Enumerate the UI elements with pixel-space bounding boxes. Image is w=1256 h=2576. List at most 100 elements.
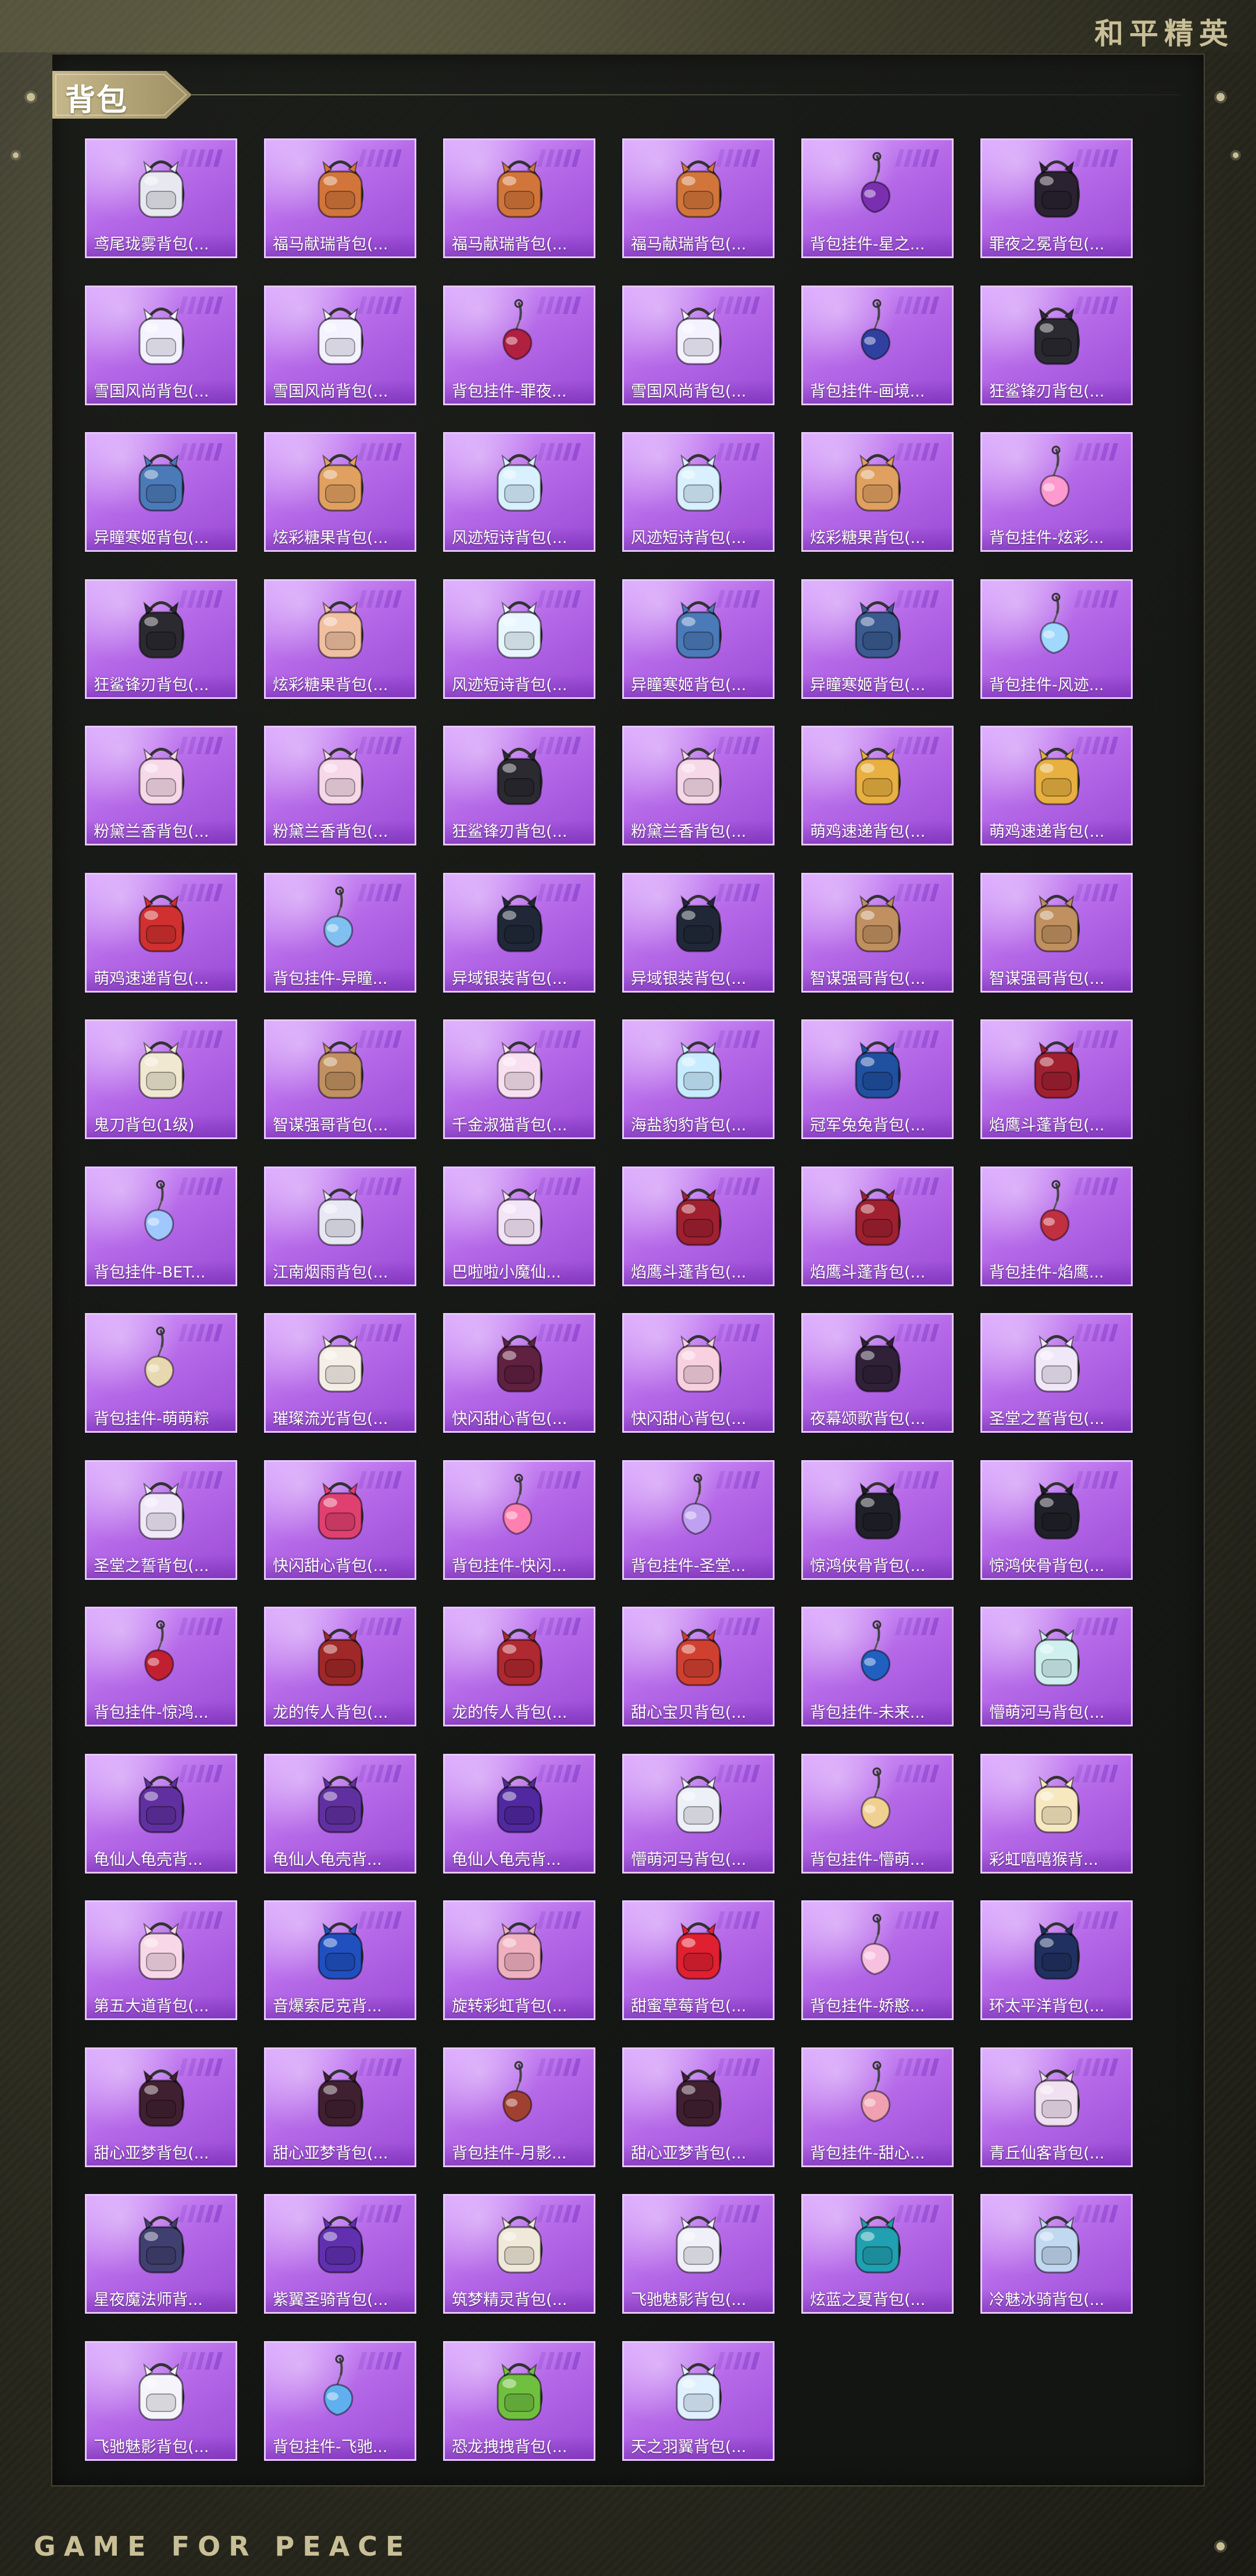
inventory-item-card[interactable]: 狂鲨锋刃背包(... (980, 286, 1133, 405)
item-name-label: 圣堂之誓背包(... (982, 1408, 1131, 1431)
inventory-item-card[interactable]: 鸢尾珑雾背包(... (85, 138, 237, 258)
inventory-item-card[interactable]: 雪国风尚背包(... (622, 286, 775, 405)
inventory-item-card[interactable]: 炫彩糖果背包(... (801, 432, 954, 552)
inventory-item-card[interactable]: 粉黛兰香背包(... (85, 726, 237, 845)
inventory-item-card[interactable]: 焰鹰斗蓬背包(... (980, 1019, 1133, 1139)
section-tab-backpack[interactable]: 背包 (52, 71, 192, 119)
inventory-item-card[interactable]: 异瞳寒姬背包(... (85, 432, 237, 552)
inventory-item-card[interactable]: 背包挂件-惊鸿... (85, 1607, 237, 1726)
inventory-item-card[interactable]: 懵萌河马背包(... (622, 1754, 775, 1874)
inventory-item-card[interactable]: 圣堂之誓背包(... (980, 1313, 1133, 1433)
inventory-item-card[interactable]: 甜心亚梦背包(... (85, 2047, 237, 2167)
inventory-item-card[interactable]: 风迹短诗背包(... (622, 432, 775, 552)
inventory-item-card[interactable]: 炫彩糖果背包(... (264, 579, 416, 699)
backpack-icon (481, 1914, 557, 1986)
inventory-item-card[interactable]: 背包挂件-未来... (801, 1607, 954, 1726)
inventory-item-card[interactable]: 惊鸿侠骨背包(... (801, 1460, 954, 1580)
inventory-item-card[interactable]: 音爆索尼克背... (264, 1900, 416, 2020)
inventory-item-card[interactable]: 雪国风尚背包(... (264, 286, 416, 405)
inventory-item-card[interactable]: 天之羽翼背包(... (622, 2341, 775, 2461)
inventory-item-card[interactable]: 龙的传人背包(... (443, 1607, 595, 1726)
inventory-item-card[interactable]: 懵萌河马背包(... (980, 1607, 1133, 1726)
inventory-item-card[interactable]: 惊鸿侠骨背包(... (980, 1460, 1133, 1580)
inventory-item-card[interactable]: 福马献瑞背包(... (264, 138, 416, 258)
inventory-item-card[interactable]: 狂鲨锋刃背包(... (85, 579, 237, 699)
item-name-label: 智谋强哥背包(... (266, 1114, 415, 1137)
inventory-item-card[interactable]: 夜幕颂歌背包(... (801, 1313, 954, 1433)
inventory-item-card[interactable]: 环太平洋背包(... (980, 1900, 1133, 2020)
inventory-item-card[interactable]: 冠军兔兔背包(... (801, 1019, 954, 1139)
inventory-item-card[interactable]: 鬼刀背包(1级) (85, 1019, 237, 1139)
inventory-item-card[interactable]: 龟仙人龟壳背... (85, 1754, 237, 1874)
inventory-item-card[interactable]: 狂鲨锋刃背包(... (443, 726, 595, 845)
inventory-item-card[interactable]: 异瞳寒姬背包(... (622, 579, 775, 699)
inventory-item-card[interactable]: 第五大道背包(... (85, 1900, 237, 2020)
inventory-item-card[interactable]: 飞驰魅影背包(... (85, 2341, 237, 2461)
inventory-item-card[interactable]: 萌鸡速递背包(... (980, 726, 1133, 845)
inventory-item-card[interactable]: 粉黛兰香背包(... (622, 726, 775, 845)
inventory-item-card[interactable]: 焰鹰斗蓬背包(... (622, 1166, 775, 1286)
inventory-item-card[interactable]: 甜心宝贝背包(... (622, 1607, 775, 1726)
item-name-label: 惊鸿侠骨背包(... (803, 1555, 952, 1578)
inventory-item-card[interactable]: 千金淑猫背包(... (443, 1019, 595, 1139)
inventory-item-card[interactable]: 智谋强哥背包(... (264, 1019, 416, 1139)
inventory-item-card[interactable]: 背包挂件-罪夜... (443, 286, 595, 405)
inventory-item-card[interactable]: 背包挂件-星之... (801, 138, 954, 258)
inventory-item-card[interactable]: 紫翼圣骑背包(... (264, 2194, 416, 2314)
inventory-item-card[interactable]: 智谋强哥背包(... (801, 873, 954, 993)
inventory-item-card[interactable]: 背包挂件-焰鹰... (980, 1166, 1133, 1286)
inventory-item-card[interactable]: 圣堂之誓背包(... (85, 1460, 237, 1580)
inventory-item-card[interactable]: 智谋强哥背包(... (980, 873, 1133, 993)
inventory-item-card[interactable]: 雪国风尚背包(... (85, 286, 237, 405)
inventory-item-card[interactable]: 福马献瑞背包(... (443, 138, 595, 258)
inventory-item-card[interactable]: 罪夜之冕背包(... (980, 138, 1133, 258)
inventory-item-card[interactable]: 快闪甜心背包(... (443, 1313, 595, 1433)
inventory-item-card[interactable]: 甜心亚梦背包(... (264, 2047, 416, 2167)
inventory-item-card[interactable]: 海盐豹豹背包(... (622, 1019, 775, 1139)
inventory-item-card[interactable]: 筑梦精灵背包(... (443, 2194, 595, 2314)
inventory-item-card[interactable]: 龟仙人龟壳背... (443, 1754, 595, 1874)
inventory-item-card[interactable]: 背包挂件-娇憨... (801, 1900, 954, 2020)
inventory-item-card[interactable]: 风迹短诗背包(... (443, 579, 595, 699)
inventory-item-card[interactable]: 背包挂件-萌萌粽 (85, 1313, 237, 1433)
inventory-item-card[interactable]: 萌鸡速递背包(... (85, 873, 237, 993)
inventory-item-card[interactable]: 龟仙人龟壳背... (264, 1754, 416, 1874)
backpack-icon (123, 1473, 199, 1546)
inventory-item-card[interactable]: 恐龙拽拽背包(... (443, 2341, 595, 2461)
inventory-item-card[interactable]: 甜心亚梦背包(... (622, 2047, 775, 2167)
inventory-item-card[interactable]: 福马献瑞背包(... (622, 138, 775, 258)
inventory-item-card[interactable]: 旋转彩虹背包(... (443, 1900, 595, 2020)
inventory-item-card[interactable]: 冷魅冰骑背包(... (980, 2194, 1133, 2314)
inventory-item-card[interactable]: 龙的传人背包(... (264, 1607, 416, 1726)
inventory-item-card[interactable]: 甜蜜草莓背包(... (622, 1900, 775, 2020)
inventory-item-card[interactable]: 背包挂件-快闪... (443, 1460, 595, 1580)
inventory-item-card[interactable]: 璀璨流光背包(... (264, 1313, 416, 1433)
inventory-item-card[interactable]: 炫蓝之夏背包(... (801, 2194, 954, 2314)
inventory-item-card[interactable]: 背包挂件-懵萌... (801, 1754, 954, 1874)
inventory-item-card[interactable]: 异域银装背包(... (443, 873, 595, 993)
inventory-item-card[interactable]: 背包挂件-飞驰... (264, 2341, 416, 2461)
inventory-item-card[interactable]: 萌鸡速递背包(... (801, 726, 954, 845)
inventory-item-card[interactable]: 背包挂件-炫彩... (980, 432, 1133, 552)
inventory-item-card[interactable]: 快闪甜心背包(... (264, 1460, 416, 1580)
inventory-item-card[interactable]: 粉黛兰香背包(... (264, 726, 416, 845)
inventory-item-card[interactable]: 背包挂件-BET... (85, 1166, 237, 1286)
inventory-item-card[interactable]: 异域银装背包(... (622, 873, 775, 993)
inventory-item-card[interactable]: 背包挂件-甜心... (801, 2047, 954, 2167)
inventory-item-card[interactable]: 异瞳寒姬背包(... (801, 579, 954, 699)
inventory-item-card[interactable]: 快闪甜心背包(... (622, 1313, 775, 1433)
inventory-item-card[interactable]: 炫彩糖果背包(... (264, 432, 416, 552)
inventory-item-card[interactable]: 背包挂件-月影... (443, 2047, 595, 2167)
inventory-item-card[interactable]: 飞驰魅影背包(... (622, 2194, 775, 2314)
inventory-item-card[interactable]: 背包挂件-异瞳... (264, 873, 416, 993)
inventory-item-card[interactable]: 江南烟雨背包(... (264, 1166, 416, 1286)
inventory-item-card[interactable]: 背包挂件-画境... (801, 286, 954, 405)
inventory-item-card[interactable]: 风迹短诗背包(... (443, 432, 595, 552)
inventory-item-card[interactable]: 青丘仙客背包(... (980, 2047, 1133, 2167)
inventory-item-card[interactable]: 彩虹嘻嘻猴背... (980, 1754, 1133, 1874)
inventory-item-card[interactable]: 焰鹰斗蓬背包(... (801, 1166, 954, 1286)
inventory-item-card[interactable]: 星夜魔法师背... (85, 2194, 237, 2314)
inventory-item-card[interactable]: 背包挂件-风迹... (980, 579, 1133, 699)
inventory-item-card[interactable]: 背包挂件-圣堂... (622, 1460, 775, 1580)
inventory-item-card[interactable]: 巴啦啦小魔仙... (443, 1166, 595, 1286)
